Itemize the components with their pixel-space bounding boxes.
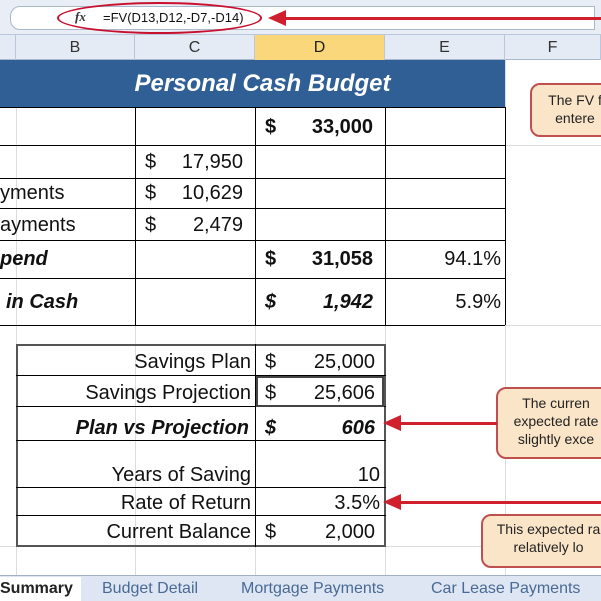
border (0, 240, 505, 241)
callout-fv: The FV f entere (530, 83, 601, 137)
cell-b-label[interactable]: yments (0, 182, 64, 205)
savings-value[interactable]: 2,000 (325, 521, 375, 544)
border (0, 145, 505, 146)
budget-title: Personal Cash Budget (0, 60, 505, 107)
savings-value[interactable]: 3.5% (334, 492, 380, 515)
savings-symbol: $ (265, 417, 277, 439)
callout-text: expected rate (513, 413, 599, 429)
savings-value[interactable]: 25,606 (314, 382, 375, 405)
cell-c-symbol[interactable]: $ (145, 214, 156, 237)
savings-value[interactable]: 606 (342, 417, 375, 440)
border (255, 344, 256, 547)
column-header-e[interactable]: E (385, 35, 505, 60)
savings-symbol: $ (265, 382, 277, 404)
callout-text: The curren (522, 395, 590, 411)
border (505, 107, 506, 325)
savings-label: Rate of Return (120, 492, 251, 514)
border (385, 107, 386, 325)
callout-rate: This expected ra relatively lo (481, 514, 601, 568)
cell-c-value[interactable]: 2,479 (193, 214, 243, 237)
column-header-b[interactable]: B (16, 35, 135, 60)
cell-d-value[interactable]: 33,000 (312, 116, 373, 139)
border (16, 487, 386, 488)
border (0, 278, 505, 279)
cell-e-value[interactable]: 94.1% (444, 248, 501, 271)
sheet-tab-summary[interactable]: Summary (0, 577, 81, 601)
callout-text: slightly exce (517, 431, 595, 447)
savings-label: Years of Saving (111, 464, 251, 486)
callout-text: The FV f (548, 92, 601, 108)
border (0, 107, 505, 108)
callout-arrow-head (268, 10, 286, 26)
highlight-ellipse (57, 2, 262, 34)
column-header-c[interactable]: C (135, 35, 255, 60)
sheet-tab-budget-detail[interactable]: Budget Detail (102, 577, 198, 601)
callout-arrow-line (285, 17, 601, 20)
column-header-a[interactable] (0, 35, 16, 60)
callout-text: entere (555, 110, 595, 126)
column-header-f[interactable]: F (505, 35, 601, 60)
savings-label: Savings Projection (85, 382, 251, 404)
cell-c-value[interactable]: 17,950 (182, 151, 243, 174)
sheet-tab-car-lease-payments[interactable]: Car Lease Payments (431, 577, 580, 601)
cell-d-symbol[interactable]: $ (265, 248, 276, 271)
cell-c-value[interactable]: 10,629 (182, 182, 243, 205)
border (16, 515, 386, 516)
cell-d-value[interactable]: 31,058 (312, 248, 373, 271)
cell-b-label[interactable]: in Cash (6, 291, 78, 314)
column-header-d[interactable]: D (255, 35, 385, 60)
border (16, 440, 386, 441)
savings-value[interactable]: 10 (358, 464, 380, 487)
callout-arrow-head (383, 415, 401, 431)
border (255, 107, 256, 325)
cell-b-label[interactable]: pend (0, 248, 48, 271)
border (0, 178, 505, 179)
cell-b-label[interactable]: ayments (0, 214, 76, 237)
cell-d-symbol[interactable]: $ (265, 291, 276, 314)
callout-current: The curren expected rate slightly exce (496, 387, 601, 459)
cell-d-symbol[interactable]: $ (265, 116, 276, 139)
savings-symbol: $ (265, 521, 277, 543)
cell-c-symbol[interactable]: $ (145, 151, 156, 174)
savings-label: Plan vs Projection (75, 417, 249, 439)
callout-arrow-head (383, 494, 401, 510)
border (0, 208, 505, 209)
callout-arrow-line (400, 501, 601, 504)
sheet-tab-mortgage-payments[interactable]: Mortgage Payments (241, 577, 384, 601)
savings-symbol: $ (265, 351, 277, 373)
callout-text: relatively lo (513, 539, 584, 555)
callout-arrow-line (400, 422, 497, 425)
border (135, 107, 136, 325)
savings-label: Savings Plan (134, 351, 251, 373)
savings-label: Current Balance (106, 521, 251, 543)
savings-value[interactable]: 25,000 (314, 351, 375, 374)
cell-e-value[interactable]: 5.9% (455, 291, 501, 314)
cell-d-value[interactable]: 1,942 (323, 291, 373, 314)
callout-text: This expected ra (496, 521, 601, 537)
border (0, 325, 505, 326)
cell-c-symbol[interactable]: $ (145, 182, 156, 205)
